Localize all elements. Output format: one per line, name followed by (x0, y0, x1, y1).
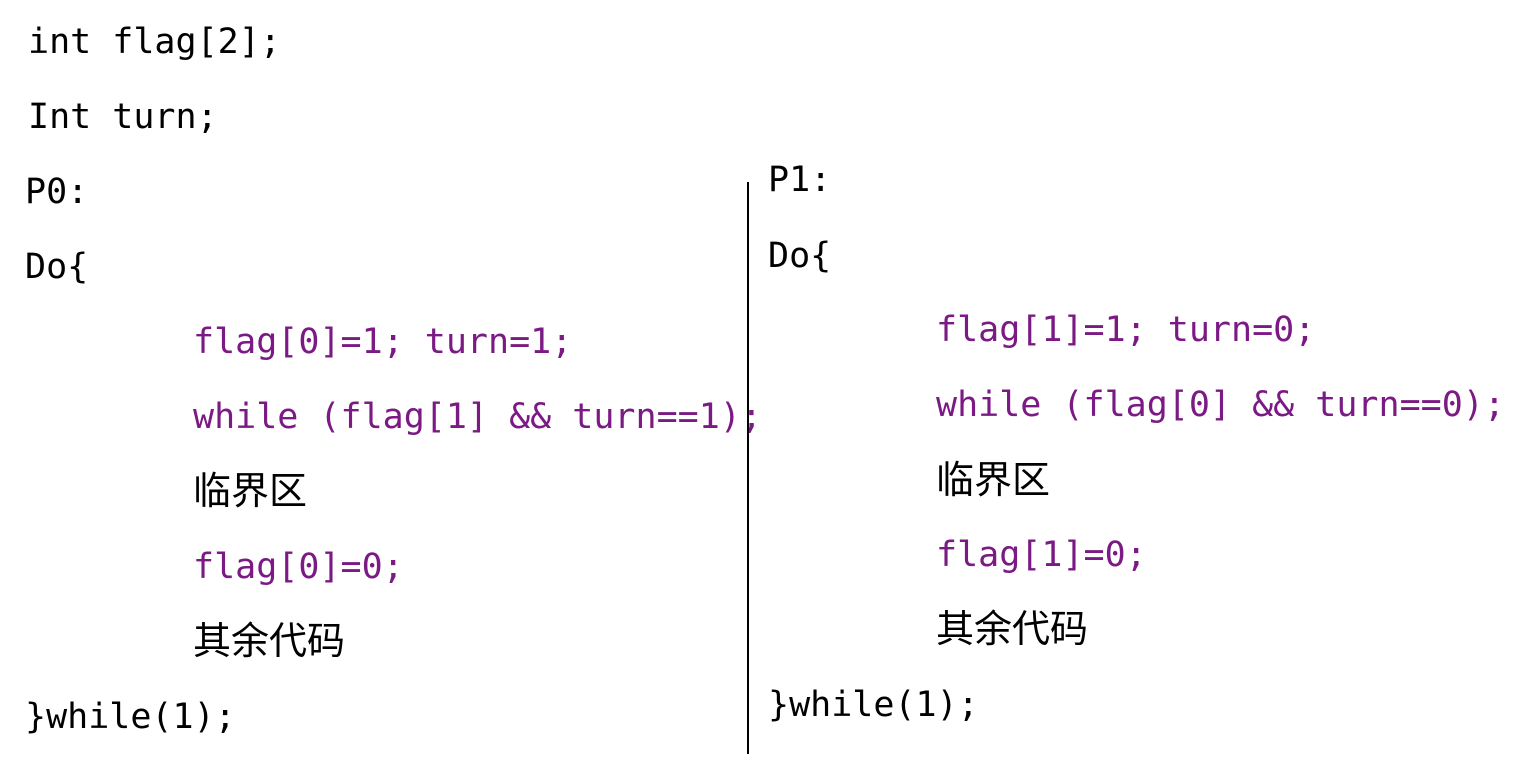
p0-critical-section: 临界区 (193, 469, 308, 513)
p1-do-open: Do{ (768, 236, 832, 276)
p1-label: P1: (768, 160, 832, 200)
p1-wait-loop: while (flag[0] && turn==0); (936, 385, 1505, 425)
p0-do-open: Do{ (25, 247, 89, 287)
p0-reset-flag: flag[0]=0; (193, 547, 404, 587)
p1-do-close: }while(1); (768, 685, 979, 725)
p0-label: P0: (25, 172, 89, 212)
p1-remainder-code: 其余代码 (936, 607, 1089, 651)
column-divider (747, 182, 749, 754)
p1-set-flags: flag[1]=1; turn=0; (936, 310, 1316, 350)
p0-remainder-code: 其余代码 (193, 619, 346, 663)
p0-set-flags: flag[0]=1; turn=1; (193, 322, 573, 362)
flag-declaration: int flag[2]; (28, 22, 281, 62)
p0-do-close: }while(1); (25, 697, 236, 737)
p1-critical-section: 临界区 (936, 458, 1051, 502)
turn-declaration: Int turn; (28, 97, 218, 137)
p0-wait-loop: while (flag[1] && turn==1); (193, 397, 762, 437)
page: { "colors": { "code": "#7b1a84", "text":… (0, 0, 1523, 763)
p1-reset-flag: flag[1]=0; (936, 535, 1147, 575)
